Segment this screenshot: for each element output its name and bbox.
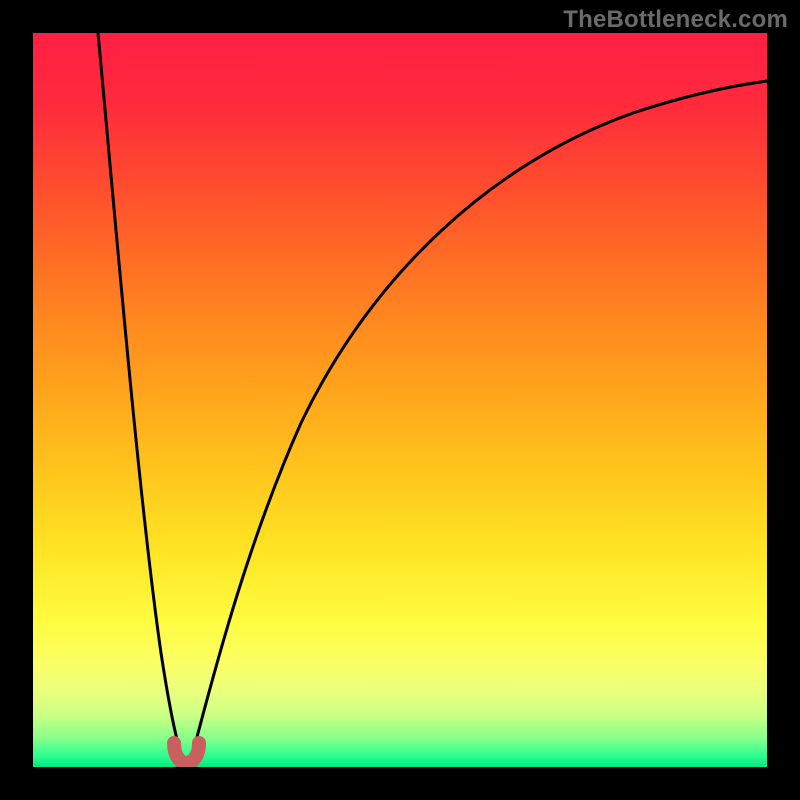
chart-stage: TheBottleneck.com (0, 0, 800, 800)
optimum-marker (174, 743, 199, 763)
curve-right-branch (193, 81, 767, 752)
curve-left-branch (98, 33, 181, 754)
watermark-text: TheBottleneck.com (563, 6, 788, 34)
plot-area (33, 33, 767, 767)
bottleneck-curve (33, 33, 767, 767)
